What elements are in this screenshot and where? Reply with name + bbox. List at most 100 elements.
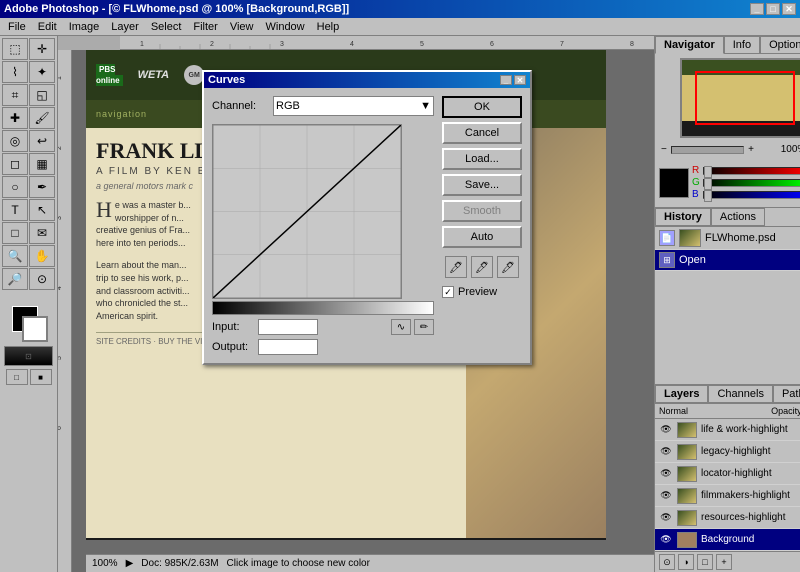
shape-tool[interactable]: □	[2, 222, 28, 244]
layer-item-filmmakers[interactable]: 👁 filmmakers-highlight	[655, 485, 800, 507]
color-swatch[interactable]	[659, 168, 689, 198]
canvas-area[interactable]: PBSonline WETA GM General Motors navigat…	[72, 50, 654, 572]
menu-image[interactable]: Image	[63, 20, 106, 34]
adjustment-layer-button[interactable]: ◑	[678, 554, 694, 570]
layer-eye-icon[interactable]: 👁	[659, 467, 673, 481]
type-tool[interactable]: T	[2, 199, 28, 221]
b-slider[interactable]	[703, 191, 800, 199]
eyedropper-tool[interactable]: 🔍	[2, 245, 28, 267]
magic-wand-tool[interactable]: ✦	[29, 61, 55, 83]
curves-minimize[interactable]: _	[500, 75, 512, 85]
black-point-eyedropper[interactable]: 🖊	[445, 256, 467, 278]
dodge-tool[interactable]: ○	[2, 176, 28, 198]
white-point-eyedropper[interactable]: 🖊	[497, 256, 519, 278]
history-item-file[interactable]: 📄 FLWhome.psd	[655, 227, 800, 250]
ok-button[interactable]: OK	[442, 96, 522, 118]
history-item-open[interactable]: ⊞ Open	[655, 250, 800, 271]
tab-channels[interactable]: Channels	[708, 385, 772, 403]
gradient-tool[interactable]: ▦	[29, 153, 55, 175]
lasso-tool[interactable]: ⌇	[2, 61, 28, 83]
mode-quick-mask[interactable]: ⊡	[4, 346, 53, 366]
layer-eye-icon[interactable]: 👁	[659, 489, 673, 503]
brush-tool[interactable]: 🖌	[29, 107, 55, 129]
auto-button[interactable]: Auto	[442, 226, 522, 248]
curves-close[interactable]: ✕	[514, 75, 526, 85]
maximize-button[interactable]: □	[766, 3, 780, 15]
curve-icon-2[interactable]: ✏	[414, 319, 434, 335]
input-row: Input: ∿ ✏	[212, 319, 434, 335]
tab-history[interactable]: History	[655, 208, 711, 226]
channel-select[interactable]: RGB ▼	[273, 96, 434, 116]
pen-tool[interactable]: ✒	[29, 176, 55, 198]
menu-help[interactable]: Help	[311, 20, 346, 34]
output-value[interactable]	[258, 339, 318, 355]
marquee-tool[interactable]: ⬚	[2, 38, 28, 60]
clone-tool[interactable]: ◎	[2, 130, 28, 152]
g-slider[interactable]	[703, 179, 800, 187]
status-message: Click image to choose new color	[227, 558, 370, 569]
background-color[interactable]	[22, 316, 48, 342]
history-brush-tool[interactable]: ↩	[29, 130, 55, 152]
input-value[interactable]	[258, 319, 318, 335]
menu-edit[interactable]: Edit	[32, 20, 63, 34]
layer-eye-icon[interactable]: 👁	[659, 511, 673, 525]
cancel-button[interactable]: Cancel	[442, 122, 522, 144]
title-text: Adobe Photoshop - [© FLWhome.psd @ 100% …	[4, 3, 349, 15]
tab-navigator[interactable]: Navigator	[655, 36, 724, 54]
new-group-button[interactable]: □	[697, 554, 713, 570]
slice-tool[interactable]: ◱	[29, 84, 55, 106]
b-channel-row: B 0	[692, 189, 800, 200]
preview-checkbox[interactable]: ✓	[442, 286, 454, 298]
new-layer-button[interactable]: +	[716, 554, 732, 570]
zoom-tool[interactable]: 🔎	[2, 268, 28, 290]
gray-point-eyedropper[interactable]: 🖊	[471, 256, 493, 278]
load-button[interactable]: Load...	[442, 148, 522, 170]
pbs-logo: PBSonline	[96, 64, 123, 86]
smooth-button[interactable]: Smooth	[442, 200, 522, 222]
zoom-out-button[interactable]: −	[661, 144, 667, 155]
add-mask-button[interactable]: ⊙	[659, 554, 675, 570]
layer-opacity-label: Opacity:	[771, 406, 800, 416]
save-button[interactable]: Save...	[442, 174, 522, 196]
menu-select[interactable]: Select	[145, 20, 188, 34]
hand-tool[interactable]: ✋	[29, 245, 55, 267]
extra-tool[interactable]: ⊙	[29, 268, 55, 290]
full-screen[interactable]: ■	[30, 369, 52, 385]
zoom-in-button[interactable]: +	[748, 144, 754, 155]
close-button[interactable]: ✕	[782, 3, 796, 15]
heal-tool[interactable]: ✚	[2, 107, 28, 129]
menu-view[interactable]: View	[224, 20, 260, 34]
menu-layer[interactable]: Layer	[105, 20, 145, 34]
tab-layers[interactable]: Layers	[655, 385, 708, 403]
layer-eye-icon[interactable]: 👁	[659, 445, 673, 459]
layer-item-legacy[interactable]: 👁 legacy-highlight	[655, 441, 800, 463]
menu-window[interactable]: Window	[260, 20, 311, 34]
path-select-tool[interactable]: ↖	[29, 199, 55, 221]
layer-eye-icon[interactable]: 👁	[659, 423, 673, 437]
layer-item-life[interactable]: 👁 life & work-highlight	[655, 419, 800, 441]
r-slider[interactable]	[703, 167, 800, 175]
tab-actions[interactable]: Actions	[711, 208, 765, 226]
layer-item-resources[interactable]: 👁 resources-highlight	[655, 507, 800, 529]
menu-filter[interactable]: Filter	[187, 20, 223, 34]
curve-canvas[interactable]	[212, 124, 402, 299]
minimize-button[interactable]: _	[750, 3, 764, 15]
channel-dropdown-arrow: ▼	[420, 100, 431, 112]
move-tool[interactable]: ✛	[29, 38, 55, 60]
history-open-label: Open	[679, 254, 706, 266]
menu-file[interactable]: File	[2, 20, 32, 34]
layer-item-locator[interactable]: 👁 locator-highlight	[655, 463, 800, 485]
eraser-tool[interactable]: ◻	[2, 153, 28, 175]
tab-info[interactable]: Info	[724, 36, 760, 54]
crop-tool[interactable]: ⌗	[2, 84, 28, 106]
title-bar: Adobe Photoshop - [© FLWhome.psd @ 100% …	[0, 0, 800, 18]
history-content: 📄 FLWhome.psd ⊞ Open	[655, 227, 800, 384]
tab-paths[interactable]: Paths	[773, 385, 800, 403]
curve-icon-1[interactable]: ∿	[391, 319, 411, 335]
zoom-slider[interactable]	[671, 146, 744, 154]
notes-tool[interactable]: ✉	[29, 222, 55, 244]
standard-screen[interactable]: □	[6, 369, 28, 385]
layer-item-background[interactable]: 👁 Background	[655, 529, 800, 551]
layer-eye-icon[interactable]: 👁	[659, 533, 673, 547]
tab-options[interactable]: Options	[760, 36, 800, 54]
